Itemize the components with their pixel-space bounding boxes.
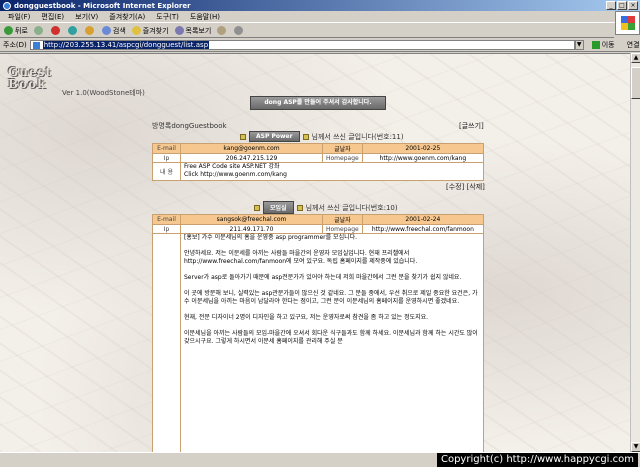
post-header: ASP Power 님께서 쓰신 글입니다(번호:11) xyxy=(240,131,404,142)
bullet-icon xyxy=(302,133,309,140)
post-email[interactable]: kang@goenm.com xyxy=(180,143,323,154)
history-icon xyxy=(174,26,184,35)
menu-file[interactable]: 파일(F) xyxy=(8,12,30,22)
write-link[interactable]: [글쓰기] xyxy=(459,121,484,131)
go-button[interactable]: 이동 xyxy=(591,40,615,50)
ip-label: Ip xyxy=(152,224,181,234)
address-label: 주소(D) xyxy=(3,41,27,49)
stop-icon xyxy=(50,26,60,35)
mail-button[interactable] xyxy=(217,26,228,35)
vertical-scrollbar[interactable]: ▲ ▼ xyxy=(630,53,640,452)
scroll-thumb[interactable] xyxy=(631,67,640,99)
post-table: E-mail kang@goenm.com 글날자 2001-02-25 Ip … xyxy=(152,143,485,181)
windows-logo-icon xyxy=(615,11,640,35)
address-bar: 주소(D) http://203.255.13.41/aspcgi/donggu… xyxy=(0,39,640,52)
menu-help[interactable]: 도움말(H) xyxy=(190,12,220,22)
content-paragraph: 안녕하세요. 저는 이문세를 아끼는 사람들 마을간의 운영자 모임실입니다. … xyxy=(184,250,418,265)
post-table: E-mail sangsok@freechal.com 글날자 2001-02-… xyxy=(152,214,485,452)
address-dropdown-button[interactable]: ▼ xyxy=(574,40,584,50)
forward-arrow-icon xyxy=(33,26,43,35)
post-header-text: 님께서 쓰신 글입니다(번호:11) xyxy=(311,132,404,141)
email-label: E-mail xyxy=(152,214,181,225)
post-content: [홍보] 가수 이문세님의 홈을 운영중 asp programmer를 모십니… xyxy=(180,233,484,452)
bullet-icon xyxy=(254,204,260,211)
ie-icon xyxy=(3,1,11,10)
bullet-icon xyxy=(240,133,246,140)
scroll-down-button[interactable]: ▼ xyxy=(631,442,640,452)
content-label: 내 용 xyxy=(152,233,181,452)
guestbook-logo: Guest Book xyxy=(8,65,52,91)
post-author[interactable]: ASP Power xyxy=(249,131,300,142)
content-paragraph: 이 곳에 방문해 보니, 실력있는 asp관문가들이 많으신 것 같네요. 그 … xyxy=(184,290,478,305)
post-homepage[interactable]: http://www.freechal.com/fanmoon xyxy=(361,224,485,234)
menu-favorites[interactable]: 즐겨찾기(A) xyxy=(109,12,145,22)
post-header: 모임실 님께서 쓰신 글입니다(번호:10) xyxy=(254,201,398,214)
email-label: E-mail xyxy=(152,143,181,154)
maximize-button[interactable]: □ xyxy=(617,1,627,10)
ip-label: Ip xyxy=(152,153,181,163)
back-button[interactable]: 뒤로 xyxy=(4,26,28,36)
post-date: 2001-02-25 xyxy=(361,143,485,154)
content-paragraph: Server가 asp로 돌아가기 때문에 asp전문가가 있어야 하는데 저희… xyxy=(184,274,462,281)
thanks-banner: dong ASP를 만들어 주셔서 감사합니다. xyxy=(250,96,386,110)
window-title: dongguestbook - Microsoft Internet Explo… xyxy=(14,1,191,10)
mail-icon xyxy=(217,26,227,35)
title-bar: dongguestbook - Microsoft Internet Explo… xyxy=(0,0,640,11)
toolbar: 뒤로 검색 즐겨찾기 목록보기 xyxy=(0,24,614,38)
date-label: 글날자 xyxy=(322,214,363,225)
menu-tools[interactable]: 도구(T) xyxy=(156,12,179,22)
back-arrow-icon xyxy=(4,26,13,35)
print-icon xyxy=(234,26,244,35)
post-actions[interactable]: [수정] [삭제] xyxy=(446,182,485,192)
forward-button[interactable] xyxy=(33,26,45,35)
post-ip: 206.247.215.129 xyxy=(180,153,323,163)
address-url: http://203.255.13.41/aspcgi/dongguest/li… xyxy=(42,41,210,49)
refresh-icon xyxy=(67,26,77,35)
list-title: 방명록dongGuestbook xyxy=(152,122,227,130)
copyright-overlay: Copyright(c) http://www.happycgi.com xyxy=(436,453,638,467)
page-icon xyxy=(32,41,40,49)
content-paragraph: [홍보] 가수 이문세님의 홈을 운영중 asp programmer를 모십니… xyxy=(184,234,358,241)
content-paragraph: 현재, 전문 디자이너 2명이 디자인을 하고 있구요, 저는 운영자로써 참견… xyxy=(184,314,429,321)
status-bar: Copyright(c) http://www.happycgi.com xyxy=(0,452,640,467)
menu-bar: 파일(F) 편집(E) 보기(V) 즐겨찾기(A) 도구(T) 도움말(H) xyxy=(0,11,640,23)
history-button[interactable]: 목록보기 xyxy=(174,26,211,36)
post-homepage[interactable]: http://www.goenm.com/kang xyxy=(361,153,485,163)
post-ip: 211.49.171.70 xyxy=(180,224,323,234)
favorites-icon xyxy=(131,26,141,35)
content-paragraph: 이문세님을 아끼는 사람들의 모임-마을간에 오셔서 회다운 식구들과도 함께 … xyxy=(184,330,478,345)
homepage-label: Homepage xyxy=(322,224,363,234)
menu-edit[interactable]: 편집(E) xyxy=(41,12,64,22)
bullet-icon xyxy=(296,204,303,211)
post-author[interactable]: 모임실 xyxy=(263,201,294,214)
stop-button[interactable] xyxy=(50,26,62,35)
go-arrow-icon xyxy=(591,41,600,49)
address-input[interactable]: http://203.255.13.41/aspcgi/dongguest/li… xyxy=(29,40,575,50)
search-icon xyxy=(101,26,111,35)
homepage-label: Homepage xyxy=(322,153,363,163)
refresh-button[interactable] xyxy=(67,26,79,35)
post-header-text: 님께서 쓰신 글입니다(번호:10) xyxy=(305,203,398,212)
menu-view[interactable]: 보기(V) xyxy=(75,12,98,22)
post-email[interactable]: sangsok@freechal.com xyxy=(180,214,323,225)
close-button[interactable]: × xyxy=(628,1,638,10)
links-label[interactable]: 연결 xyxy=(627,40,640,50)
search-button[interactable]: 검색 xyxy=(101,26,126,36)
date-label: 글날자 xyxy=(322,143,363,154)
content-line: Click http://www.goenm.com/kang xyxy=(184,171,287,178)
favorites-button[interactable]: 즐겨찾기 xyxy=(131,26,169,36)
home-button[interactable] xyxy=(84,26,96,35)
post-content: Free ASP Code site ASP.NET 강좌 Click http… xyxy=(180,162,484,181)
page-content: Guest Book Ver 1.0(WoodStone테마) dong ASP… xyxy=(0,53,630,452)
content-label: 내 용 xyxy=(152,162,181,181)
print-button[interactable] xyxy=(234,26,245,35)
version-text: Ver 1.0(WoodStone테마) xyxy=(62,89,145,97)
post-date: 2001-02-24 xyxy=(361,214,485,225)
minimize-button[interactable]: _ xyxy=(606,1,616,10)
scroll-up-button[interactable]: ▲ xyxy=(631,53,640,63)
content-line: Free ASP Code site ASP.NET 강좌 xyxy=(184,163,280,170)
home-icon xyxy=(84,26,94,35)
